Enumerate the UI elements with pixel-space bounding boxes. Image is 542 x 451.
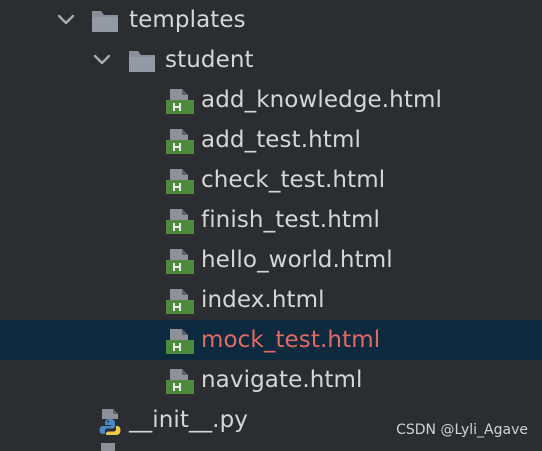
tree-file-add-knowledge[interactable]: add_knowledge.html [0,80,542,120]
tree-file-mock-test[interactable]: mock_test.html [0,320,542,360]
tree-file-label: add_knowledge.html [201,87,442,113]
html-file-icon [166,249,194,274]
html-file-icon [166,209,194,234]
tree-file-label: mock_test.html [201,327,381,353]
chevron-down-icon[interactable] [56,10,76,30]
tree-folder-templates[interactable]: templates [0,0,542,40]
tree-file-hello-world[interactable]: hello_world.html [0,240,542,280]
tree-folder-label: student [165,47,254,73]
tree-file-label: hello_world.html [201,247,393,273]
tree-file-finish-test[interactable]: finish_test.html [0,200,542,240]
html-file-icon [166,129,194,154]
tree-file-add-test[interactable]: add_test.html [0,120,542,160]
tree-file-label: finish_test.html [201,207,380,233]
html-file-icon [166,89,194,114]
tree-file-label: __init__.py [129,407,248,433]
chevron-down-icon[interactable] [92,50,112,70]
html-file-icon [166,329,194,354]
html-file-icon [166,289,194,314]
folder-icon [129,51,155,72]
watermark: CSDN @Lyli_Agave [396,422,528,438]
tree-folder-student[interactable]: student [0,40,542,80]
html-file-icon [166,169,194,194]
html-file-icon [166,369,194,394]
tree-file-label: navigate.html [201,367,363,393]
file-icon [101,443,115,451]
tree-file-label: check_test.html [201,167,386,193]
project-tree: templates student add_knowledge.html add… [0,0,542,451]
tree-file-label: add_test.html [201,127,361,153]
tree-file-label: index.html [201,287,325,313]
tree-file-navigate[interactable]: navigate.html [0,360,542,400]
tree-file-index[interactable]: index.html [0,280,542,320]
tree-folder-label: templates [129,7,246,33]
python-file-icon [99,409,121,435]
tree-file-check-test[interactable]: check_test.html [0,160,542,200]
folder-icon [92,11,118,32]
